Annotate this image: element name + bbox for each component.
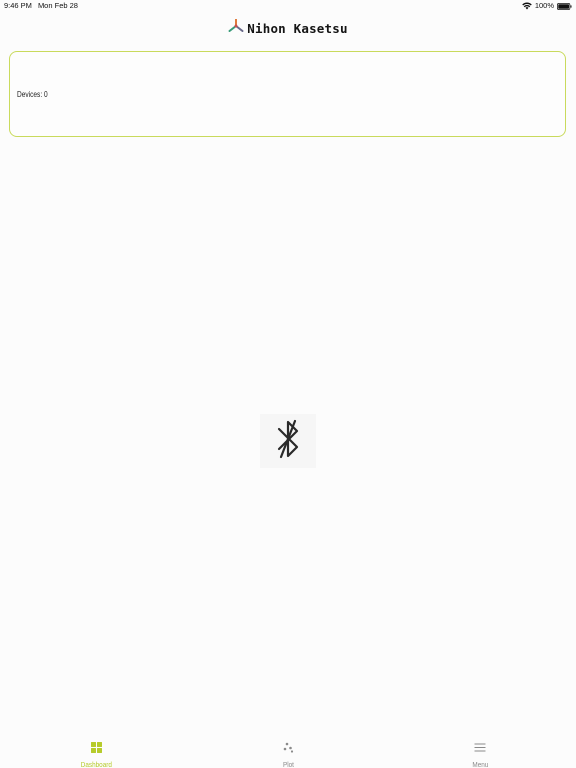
battery-icon — [557, 2, 572, 10]
tab-dashboard[interactable]: Dashboard — [66, 740, 126, 768]
tab-label: Menu — [472, 760, 488, 768]
scatter-dots-icon — [283, 740, 294, 758]
grid-icon — [90, 740, 102, 758]
app-screen: 9:46 PM Mon Feb 28 100% Nihon Kasetsu De… — [0, 0, 576, 768]
status-time: 9:46 PM — [4, 1, 32, 10]
status-bar: 9:46 PM Mon Feb 28 100% — [0, 0, 576, 12]
status-right: 100% — [522, 0, 572, 12]
wifi-icon — [522, 2, 532, 10]
devices-card[interactable]: Devices: 0 — [9, 51, 566, 137]
tab-plot[interactable]: Plot — [258, 740, 318, 768]
tripod-logo-icon — [228, 18, 244, 38]
tab-bar: Dashboard Plot Menu — [0, 734, 576, 768]
bluetooth-status — [260, 414, 316, 468]
hamburger-icon — [474, 740, 486, 758]
tab-menu[interactable]: Menu — [450, 740, 510, 768]
bluetooth-disabled-icon — [271, 417, 305, 466]
battery-percent: 100% — [534, 1, 554, 10]
tab-label: Plot — [282, 760, 294, 768]
tab-label: Dashboard — [80, 760, 112, 768]
status-date: Mon Feb 28 — [37, 1, 78, 10]
app-header: Nihon Kasetsu — [0, 18, 576, 38]
status-left: 9:46 PM Mon Feb 28 — [4, 0, 78, 12]
app-title: Nihon Kasetsu — [247, 20, 348, 36]
devices-count: Devices: 0 — [17, 90, 48, 99]
